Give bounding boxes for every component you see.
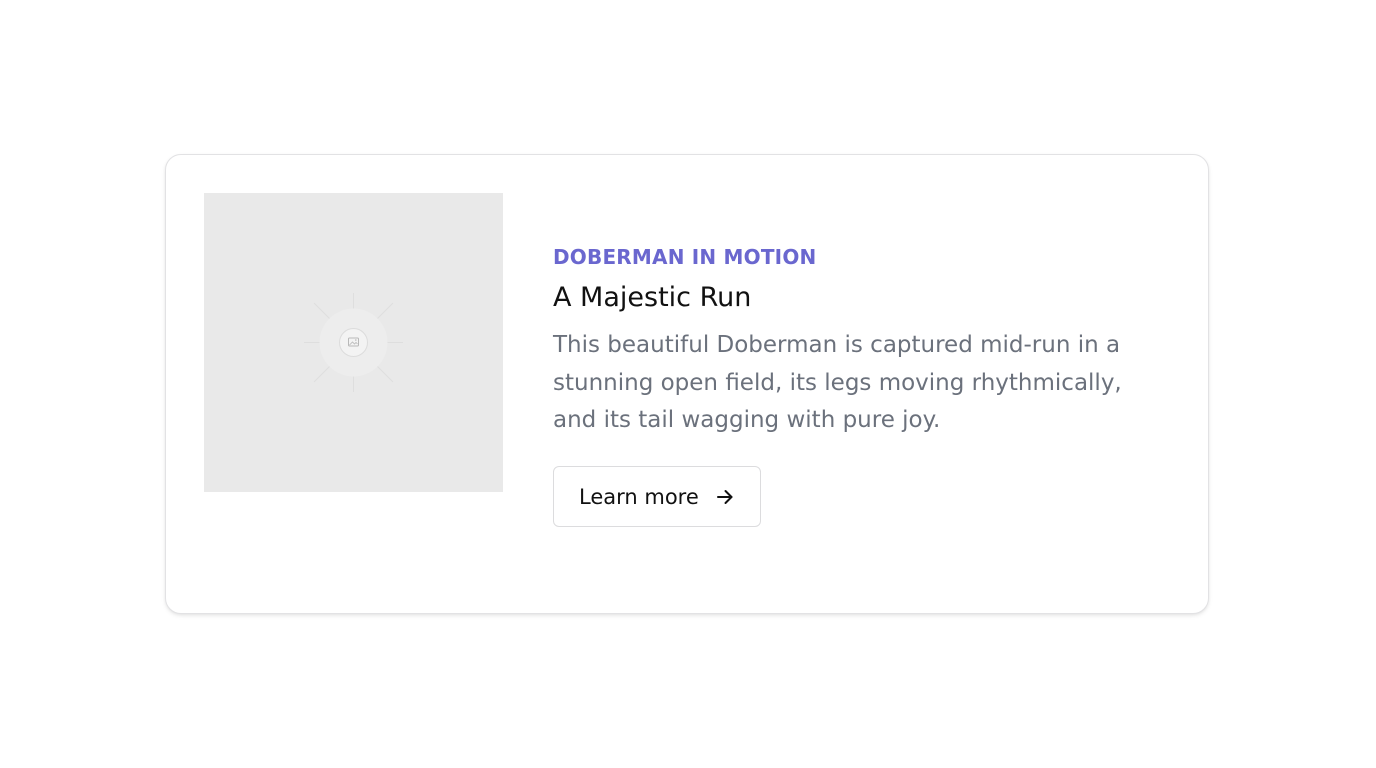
card-description: This beautiful Doberman is captured mid-… [553,332,1122,433]
card-content: DOBERMAN IN MOTION A Majestic Run This b… [553,243,1153,440]
image-placeholder [204,193,503,492]
learn-more-label: Learn more [579,484,699,509]
arrow-right-icon [716,489,733,504]
feature-card: DOBERMAN IN MOTION A Majestic Run This b… [165,154,1209,614]
image-icon [304,293,403,392]
learn-more-button[interactable]: Learn more [553,466,761,527]
card-eyebrow: DOBERMAN IN MOTION [553,245,817,269]
card-title: A Majestic Run [553,282,752,313]
